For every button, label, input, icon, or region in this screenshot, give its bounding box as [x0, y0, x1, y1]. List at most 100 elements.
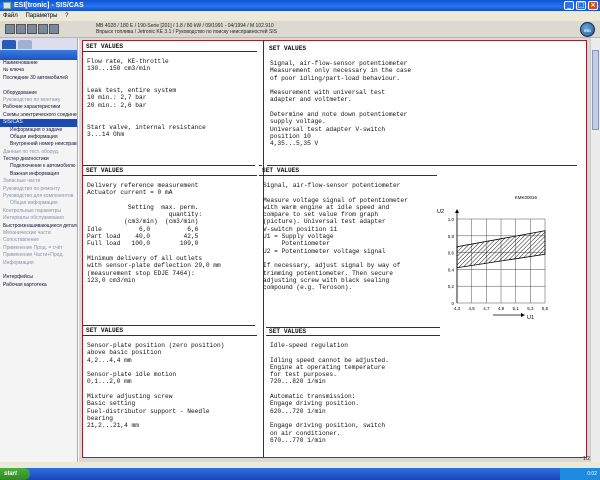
text-line: Leak test, entire system	[87, 87, 177, 95]
sidebar-item[interactable]: Механические части	[0, 230, 77, 237]
sidebar-item[interactable]: Информация о задаче	[0, 127, 77, 134]
graph-y-tick: 1,0	[448, 217, 455, 222]
text-line: Engine at operating temperature	[270, 363, 386, 371]
sidebar: Наименование № ключа Последние 30 автомоби…	[0, 38, 78, 462]
menu-file[interactable]: Файл	[3, 13, 18, 19]
sidebar-item[interactable]: Подключение к автомобилю	[0, 163, 77, 170]
graph-x-tick: 5,5	[542, 306, 549, 311]
sidebar-item[interactable]: Сопоставление	[0, 237, 77, 244]
sidebar-tab-truck[interactable]	[18, 40, 32, 49]
scroll-thumb[interactable]	[592, 50, 599, 130]
graph-y-arrow	[455, 209, 459, 213]
text-line: Measurement with universal test	[270, 89, 386, 97]
sidebar-item[interactable]: SIS/CAS	[0, 119, 77, 127]
sidebar-item[interactable]: Внутренний номер неисправности	[0, 141, 77, 148]
open-icon[interactable]	[5, 24, 15, 34]
set-values-idle-speed: SET VALUES Idle-speed regulation Idling s…	[266, 327, 440, 444]
sidebar-item[interactable]: Информация	[0, 260, 77, 267]
sidebar-item[interactable]: Руководство по ремонту	[0, 186, 77, 193]
zoom-icon[interactable]	[49, 24, 59, 34]
text-line: Sensor-plate position (zero position)	[87, 342, 225, 349]
sidebar-item[interactable]: Интервалы обслуживания	[0, 215, 77, 222]
graph-x-tick: 5,1	[513, 306, 520, 311]
text-line: Delivery reference measurement	[87, 182, 199, 189]
sidebar-item[interactable]: Рабочие характеристики	[0, 104, 77, 111]
menu-help[interactable]: ?	[65, 13, 68, 19]
document-page: SET VALUES Flow rate, KE-throttle 130...1…	[82, 40, 587, 458]
sidebar-item	[0, 82, 77, 89]
text-line: (cm3/min) (cm3/min)	[87, 218, 199, 226]
vehicle-info: MB 4028 / 180 E / 190-Serie [201] / 1.8 …	[96, 23, 277, 35]
sidebar-item[interactable]: Важная информация	[0, 171, 77, 178]
graph-y-tick: 0,8	[448, 234, 455, 239]
text-line	[259, 189, 437, 196]
box-header: SET VALUES	[266, 327, 440, 336]
graph-x-tick: 4,3	[454, 306, 461, 311]
start-button[interactable]: start	[0, 468, 30, 480]
text-line: Signal, air-flow-sensor potentiometer	[270, 60, 408, 67]
graph-y-tick: 0,4	[448, 267, 455, 272]
vehicle-info-line2: Впрыск топлива / Jetronic KE 3.1 / Руков…	[96, 29, 278, 35]
text-line: adjusting screw with black sealing	[263, 276, 390, 284]
sidebar-item[interactable]: Быстроизнашивающиеся детали	[0, 223, 77, 230]
nav-list: Наименование № ключа Последние 30 автомоби…	[0, 60, 77, 289]
sidebar-item[interactable]: № ключа	[0, 67, 77, 74]
print-icon[interactable]	[16, 24, 26, 34]
text-line: Engage driving position.	[270, 400, 360, 408]
text-line: Full load 100,0 109,0	[87, 240, 199, 248]
graph-x-tick: 4,5	[469, 306, 476, 311]
maximize-button[interactable]: □	[576, 1, 586, 10]
sidebar-item[interactable]: Данные по тест. оборуд.	[0, 149, 77, 156]
text-line: adapter and voltmeter.	[270, 96, 352, 104]
sidebar-item[interactable]: Интерфейсы	[0, 274, 77, 281]
scrollbar[interactable]	[590, 38, 600, 462]
sidebar-tab-vehicle[interactable]	[2, 40, 16, 49]
set-values-flow-leak: SET VALUES Flow rate, KE-throttle 130...1…	[83, 43, 257, 138]
close-button[interactable]: ×	[588, 1, 598, 10]
sidebar-item[interactable]: Тестер диагностики	[0, 156, 77, 163]
sidebar-item[interactable]: Общая информация	[0, 200, 77, 207]
graph-x-tick: 5,3	[527, 306, 534, 311]
text-line: 4,2...4,4 mm	[87, 356, 132, 364]
text-line: 21,2...21,4 mm	[87, 422, 139, 430]
toolbar: MB 4028 / 180 E / 190-Serie [201] / 1.8 …	[0, 21, 600, 38]
text-line	[83, 116, 257, 123]
sidebar-item[interactable]: Оборудование	[0, 90, 77, 97]
text-line: above basic position	[87, 349, 162, 357]
text-line	[83, 109, 257, 116]
sidebar-item[interactable]: Наименование	[0, 60, 77, 67]
text-line: Setting max. perm.	[87, 203, 199, 211]
potentiometer-graph: KMK00016U2U11,00,80,60,40,204,3 4,5 4,7 4,9…	[437, 195, 549, 321]
section-divider	[259, 165, 262, 166]
sidebar-item[interactable]: Схемы электрического соединения	[0, 112, 77, 119]
text-line: 720...820 1/min	[270, 378, 326, 386]
back-icon[interactable]	[27, 24, 37, 34]
sidebar-item[interactable]: Запасные части	[0, 178, 77, 185]
sidebar-tabs	[0, 38, 77, 50]
sidebar-item[interactable]: Последние 30 автомобилей	[0, 75, 77, 82]
sidebar-header	[0, 50, 77, 60]
text-line: Part load 40,0 42,5	[87, 233, 199, 241]
text-line: compare to set value from graph	[263, 211, 379, 219]
text-line: supply voltage.	[270, 118, 326, 126]
text-line	[83, 364, 257, 371]
sidebar-item[interactable]: Руководство по монтажу	[0, 97, 77, 104]
forward-icon[interactable]	[38, 24, 48, 34]
graph-x-tick: 4,9	[498, 306, 505, 311]
set-values-potentiometer-signal: SET VALUES Signal, air-flow-sensor poten…	[259, 167, 437, 291]
sidebar-item[interactable]: Применение Прод. = счёт	[0, 245, 77, 252]
section-divider	[83, 325, 255, 326]
text-line: quantity:	[87, 211, 203, 219]
sidebar-item[interactable]: Руководство для компонентов	[0, 193, 77, 200]
sidebar-item[interactable]: Рабочая картотека	[0, 282, 77, 289]
sidebar-item[interactable]: Применение Части+Прод.	[0, 252, 77, 259]
section-divider	[83, 165, 255, 166]
minimize-button[interactable]: _	[564, 1, 574, 10]
text-line: 130...150 cm3/min	[87, 65, 151, 73]
sidebar-item[interactable]: Контрольные параметры	[0, 208, 77, 215]
graph-ylabel: U2	[437, 209, 444, 215]
window-title: ESI[tronic] - SIS/CAS	[14, 2, 84, 9]
menu-parameters[interactable]: Параметры	[25, 13, 57, 19]
globe-icon[interactable]: ESI	[580, 22, 595, 37]
text-line: 0,1...2,0 mm	[87, 378, 132, 386]
